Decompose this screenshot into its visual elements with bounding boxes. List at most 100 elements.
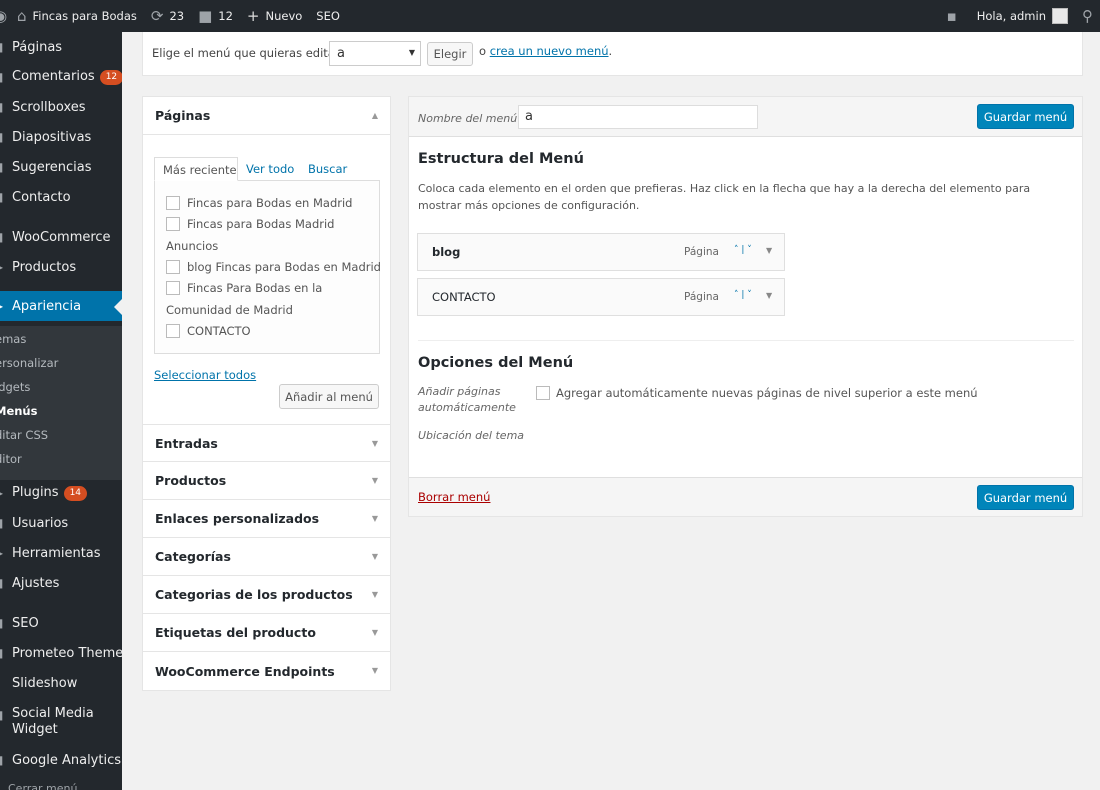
products-icon: ▸ — [0, 260, 7, 274]
expand-toggle-icon[interactable]: ▼ — [766, 291, 772, 300]
page-checkbox-row[interactable]: Fincas para Bodas en Madrid — [166, 196, 353, 210]
sidebar-item-label: Ajustes — [12, 575, 60, 591]
my-account-link[interactable]: Hola, admin — [970, 0, 1075, 32]
create-menu-link[interactable]: crea un nuevo menú — [490, 44, 609, 58]
move-arrows-icon[interactable]: ˄ | ˅ — [734, 245, 752, 255]
checkbox[interactable] — [166, 196, 180, 210]
checkbox[interactable] — [166, 217, 180, 231]
section-header-paginas[interactable]: Páginas ▲ — [143, 97, 390, 135]
section-header-categorias[interactable]: Categorías ▼ — [143, 538, 390, 576]
sidebar-item-scrollboxes[interactable]: ▮ Scrollboxes — [0, 92, 122, 122]
save-menu-button-top[interactable]: Guardar menú — [977, 104, 1074, 129]
admin-sidebar: ▮ Páginas ▮ Comentarios12 ▮ Scrollboxes … — [0, 32, 122, 790]
menu-select[interactable]: a ▼ — [329, 41, 421, 66]
submenu-editor[interactable]: ditor — [0, 452, 22, 466]
sidebar-item-slideshow[interactable]: Slideshow — [0, 668, 122, 698]
tab-ver-todo[interactable]: Ver todo — [238, 157, 302, 181]
sidebar-item-label: Slideshow — [12, 675, 78, 691]
plugin-icon: ▸ — [0, 486, 7, 500]
auto-add-checkbox[interactable] — [536, 386, 550, 400]
save-menu-button-bottom[interactable]: Guardar menú — [977, 485, 1074, 510]
sidebar-item-label: Diapositivas — [12, 129, 92, 145]
menu-editor-header: Nombre del menú a Guardar menú — [409, 97, 1082, 137]
site-name-link[interactable]: ⌂ Fincas para Bodas — [10, 0, 144, 32]
submenu-editar-css[interactable]: ditar CSS — [0, 428, 48, 442]
analytics-icon: ▮ — [0, 753, 7, 767]
tools-icon: ▸ — [0, 546, 7, 560]
sidebar-item-ajustes[interactable]: ▮ Ajustes — [0, 568, 122, 598]
add-to-menu-button[interactable]: Añadir al menú — [279, 384, 379, 409]
admin-bar: ◉ ⌂ Fincas para Bodas ⟳ 23 ■ 12 + Nuevo … — [0, 0, 1100, 32]
structure-title: Estructura del Menú — [418, 151, 584, 167]
wp-logo-item[interactable]: ◉ — [0, 0, 10, 32]
section-header-enlaces[interactable]: Enlaces personalizados ▼ — [143, 500, 390, 538]
submenu-widgets[interactable]: idgets — [0, 380, 30, 394]
sidebar-item-label: Google Analytics — [12, 752, 122, 768]
checkbox[interactable] — [166, 324, 180, 338]
collapse-menu[interactable]: Cerrar menú — [8, 782, 78, 790]
sidebar-item-social-media-widget[interactable]: ▮ Social Media Widget — [0, 702, 122, 746]
caret-down-icon: ▼ — [371, 590, 378, 599]
theme-icon: ▮ — [0, 646, 7, 660]
menu-name-input[interactable]: a — [518, 105, 758, 129]
page-checkbox-row[interactable]: CONTACTO — [166, 324, 251, 338]
sidebar-item-usuarios[interactable]: ▮ Usuarios — [0, 508, 122, 538]
menu-item-bar[interactable]: blog Página ˄ | ˅ ▼ — [417, 233, 785, 271]
mail-icon: ▮ — [0, 190, 7, 204]
sidebar-item-sugerencias[interactable]: ▮ Sugerencias — [0, 152, 122, 182]
search-link[interactable]: ⚲ — [1075, 0, 1100, 32]
sidebar-item-seo[interactable]: ▮ SEO — [0, 608, 122, 638]
comments-link[interactable]: ■ 12 — [191, 0, 240, 32]
caret-down-icon: ▼ — [371, 439, 378, 448]
section-header-woocommerce-endpoints[interactable]: WooCommerce Endpoints ▼ — [143, 652, 390, 690]
submenu-menus[interactable]: Menús — [0, 404, 37, 418]
page-checkbox-row[interactable]: Fincas para Bodas Madrid — [166, 217, 334, 231]
select-all-link[interactable]: Seleccionar todos — [154, 368, 256, 382]
section-header-etiquetas[interactable]: Etiquetas del producto ▼ — [143, 614, 390, 652]
menu-item-type: Página — [684, 246, 719, 258]
section-header-productos[interactable]: Productos ▼ — [143, 462, 390, 500]
sidebar-item-herramientas[interactable]: ▸ Herramientas — [0, 538, 122, 568]
sidebar-item-label: Prometeo Theme — [12, 645, 122, 661]
page-icon: ▮ — [0, 40, 7, 54]
checkbox[interactable] — [166, 260, 180, 274]
sidebar-item-diapositivas[interactable]: ▮ Diapositivas — [0, 122, 122, 152]
sidebar-item-label: Apariencia — [12, 298, 82, 314]
tab-mas-reciente[interactable]: Más reciente — [154, 157, 238, 181]
new-content-link[interactable]: + Nuevo — [240, 0, 309, 32]
sidebar-item-apariencia[interactable]: ▸ Apariencia — [0, 291, 122, 321]
sidebar-item-prometeo-theme[interactable]: ▮ Prometeo Theme — [0, 638, 122, 668]
menu-name-label: Nombre del menú — [418, 112, 518, 125]
checkbox[interactable] — [166, 281, 180, 295]
sidebar-item-label: Plugins — [12, 485, 59, 500]
page-checkbox-row[interactable]: blog Fincas para Bodas en Madrid — [166, 260, 381, 274]
sidebar-item-contacto[interactable]: ▮ Contacto — [0, 182, 122, 212]
submenu-personalizar[interactable]: ersonalizar — [0, 356, 58, 370]
sidebar-item-productos[interactable]: ▸ Productos — [0, 252, 122, 282]
elegir-button[interactable]: Elegir — [427, 42, 473, 66]
auto-add-label: Añadir páginas automáticamente — [418, 385, 516, 414]
sidebar-item-paginas[interactable]: ▮ Páginas — [0, 32, 122, 62]
move-arrows-icon[interactable]: ˄ | ˅ — [734, 290, 752, 300]
sidebar-item-woocommerce[interactable]: ▮ WooCommerce — [0, 222, 122, 252]
expand-toggle-icon[interactable]: ▼ — [766, 246, 772, 255]
menu-item-bar[interactable]: CONTACTO Página ˄ | ˅ ▼ — [417, 278, 785, 316]
notification-link[interactable]: ▪ — [940, 0, 970, 32]
seo-label: SEO — [316, 9, 340, 23]
sidebar-item-plugins[interactable]: ▸ Plugins 14 — [0, 478, 122, 508]
sidebar-item-label: Herramientas — [12, 545, 101, 561]
section-header-categorias-productos[interactable]: Categorias de los productos ▼ — [143, 576, 390, 614]
sidebar-item-comentarios[interactable]: ▮ Comentarios 12 — [0, 62, 122, 92]
updates-link[interactable]: ⟳ 23 — [144, 0, 191, 32]
tab-buscar[interactable]: Buscar — [300, 157, 355, 181]
delete-menu-link[interactable]: Borrar menú — [418, 490, 490, 504]
section-header-entradas[interactable]: Entradas ▼ — [143, 424, 390, 462]
current-arrow — [114, 299, 122, 315]
comments-badge: 12 — [99, 70, 122, 85]
submenu-temas[interactable]: emas — [0, 332, 26, 346]
page-checkbox-row[interactable]: Fincas Para Bodas en la — [166, 281, 322, 295]
seo-link[interactable]: SEO — [309, 0, 347, 32]
sidebar-item-google-analytics[interactable]: ▮ Google Analytics — [0, 745, 122, 775]
pages-list: Fincas para Bodas en Madrid Fincas para … — [154, 180, 381, 354]
updates-icon: ⟳ — [150, 6, 164, 25]
